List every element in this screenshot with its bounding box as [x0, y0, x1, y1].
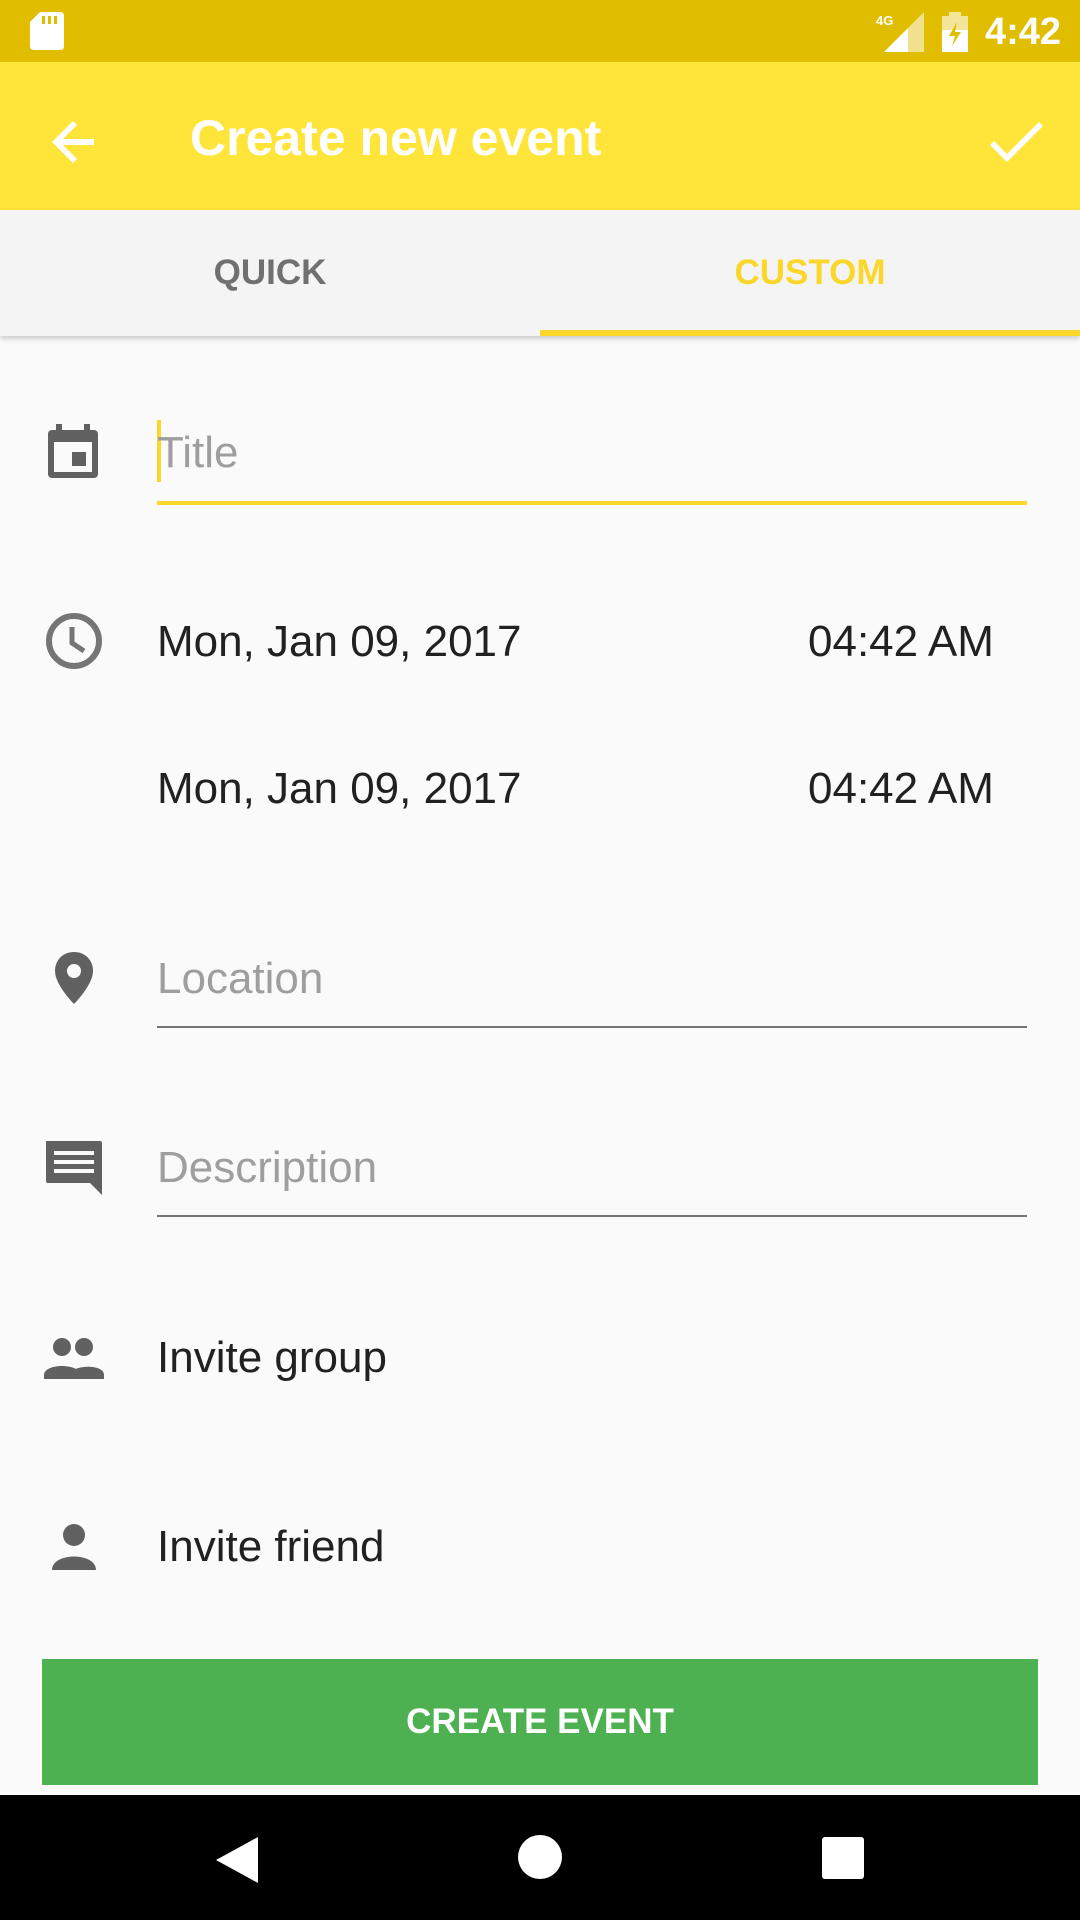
location-input[interactable]: Location [157, 949, 1027, 1009]
tab-quick[interactable]: QUICK [0, 210, 540, 336]
page-title: Create new event [190, 110, 602, 166]
location-pin-icon [55, 952, 93, 1004]
status-bar: 4G 4:42 [0, 0, 1080, 62]
description-underline [157, 1215, 1027, 1217]
clock-icon [46, 613, 102, 669]
tab-custom[interactable]: CUSTOM [540, 210, 1080, 336]
invite-friend-button[interactable]: Invite friend [157, 1517, 384, 1577]
person-icon [52, 1524, 96, 1570]
battery-charging-icon [942, 12, 968, 52]
create-event-button[interactable]: CREATE EVENT [42, 1659, 1038, 1785]
title-input[interactable]: Title [157, 423, 1027, 483]
group-icon [44, 1338, 104, 1379]
tab-bar: QUICK CUSTOM [0, 210, 1080, 336]
nav-back-icon[interactable] [212, 1835, 260, 1885]
end-date[interactable]: Mon, Jan 09, 2017 [157, 759, 521, 819]
title-underline [157, 501, 1027, 505]
network-type-label: 4G [876, 13, 893, 28]
app-bar: Create new event [0, 62, 1080, 210]
check-icon[interactable] [980, 106, 1052, 178]
comment-icon [46, 1141, 102, 1195]
calendar-icon [48, 424, 98, 478]
nav-recents-icon[interactable] [822, 1837, 864, 1879]
cellular-signal-icon: 4G [876, 12, 924, 52]
arrow-back-icon[interactable] [38, 106, 110, 178]
start-time[interactable]: 04:42 AM [808, 612, 994, 672]
nav-home-icon[interactable] [518, 1835, 562, 1879]
invite-group-button[interactable]: Invite group [157, 1328, 387, 1388]
start-date[interactable]: Mon, Jan 09, 2017 [157, 612, 521, 672]
tab-indicator [540, 330, 1080, 336]
description-input[interactable]: Description [157, 1138, 1027, 1198]
location-underline [157, 1026, 1027, 1028]
end-time[interactable]: 04:42 AM [808, 759, 994, 819]
sd-card-icon [30, 12, 64, 50]
status-clock: 4:42 [985, 11, 1062, 53]
system-nav-bar [0, 1795, 1080, 1920]
